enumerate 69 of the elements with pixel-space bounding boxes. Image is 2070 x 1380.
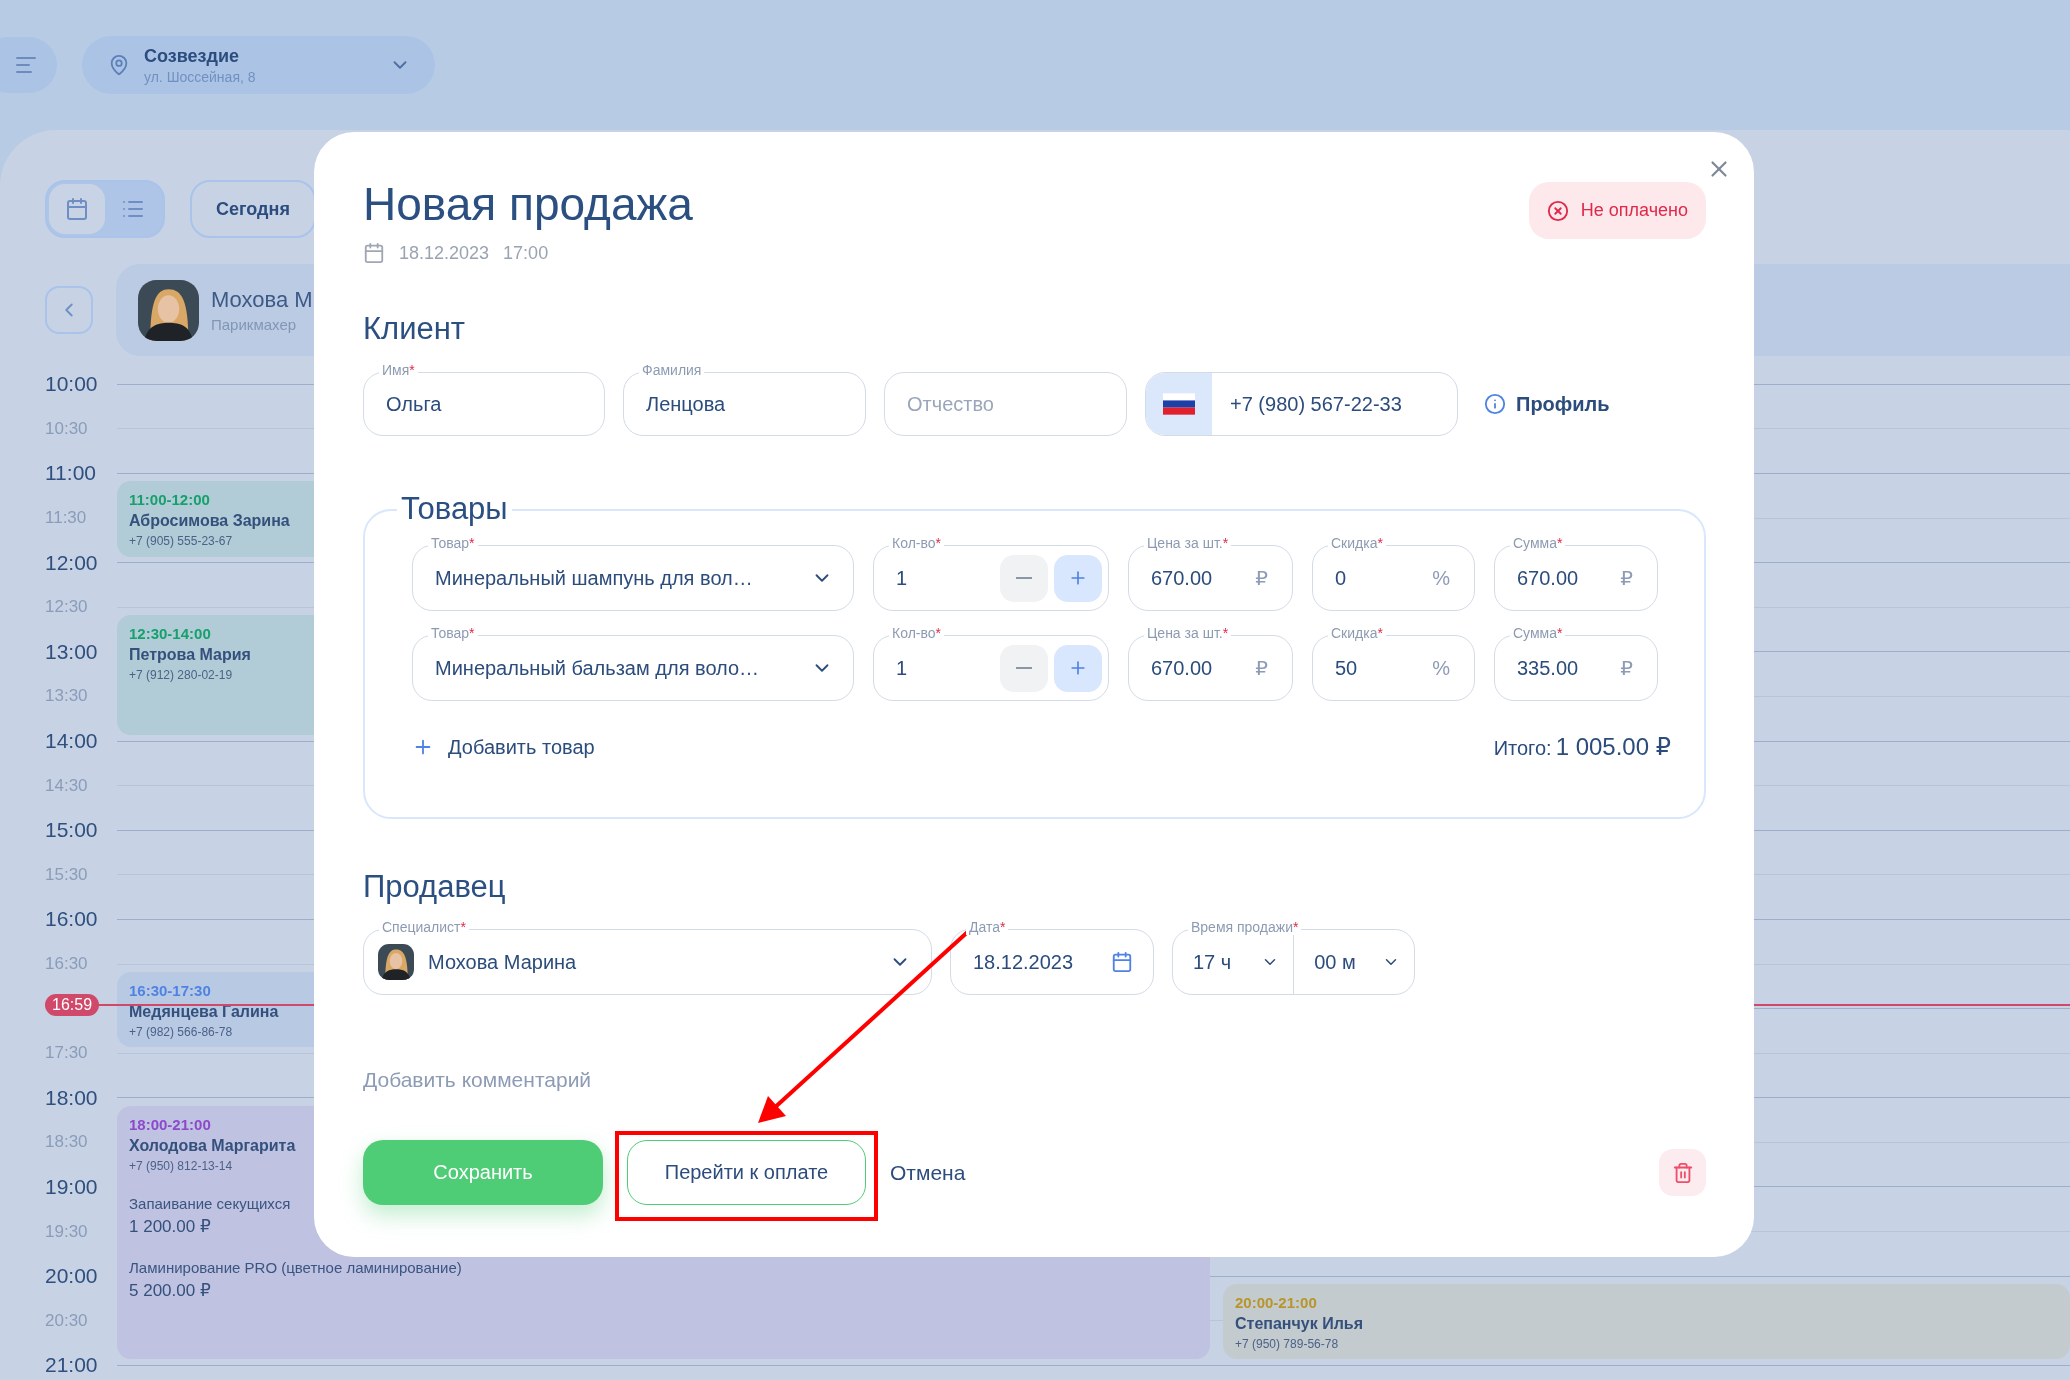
time-label: 19:30 bbox=[45, 1221, 88, 1242]
service-name: Ламинирование PRO (цветное ламинирование) bbox=[129, 1258, 462, 1276]
client-phone: +7 (950) 812-13-14 bbox=[129, 1158, 233, 1173]
client-phone: +7 (905) 555-23-67 bbox=[129, 534, 233, 549]
total-value: 1 005.00 ₽ bbox=[1555, 733, 1671, 761]
client-phone: +7 (982) 566-86-78 bbox=[129, 1025, 233, 1040]
time-label: 18:30 bbox=[45, 1132, 88, 1153]
total-label: Итого: bbox=[1493, 737, 1552, 760]
section-heading: Продавец bbox=[363, 868, 506, 906]
specialist-name: Мохова М bbox=[211, 287, 313, 313]
field-label: Время продажи* bbox=[1188, 919, 1302, 935]
time-label: 12:00 bbox=[45, 550, 98, 575]
sale-date: 18.12.2023 bbox=[399, 242, 490, 264]
appointment-time: 12:30-14:00 bbox=[129, 625, 211, 643]
appointment-time: 18:00-21:00 bbox=[129, 1115, 211, 1133]
field-label: Сумма* bbox=[1510, 625, 1566, 641]
field-label: Цена за шт.* bbox=[1144, 625, 1232, 641]
time-label: 14:30 bbox=[45, 775, 88, 796]
time-label: 14:00 bbox=[45, 729, 98, 754]
client-name: Петрова Мария bbox=[129, 646, 251, 665]
client-name: Медянцева Галина bbox=[129, 1003, 279, 1022]
field-label: Кол-во* bbox=[889, 535, 944, 551]
field-label: Фамилия bbox=[639, 362, 705, 378]
time-label: 11:30 bbox=[45, 508, 87, 529]
field-label: Дата* bbox=[966, 919, 1009, 935]
status-label: Не оплачено bbox=[1580, 200, 1688, 221]
time-label: 20:00 bbox=[45, 1264, 98, 1289]
field-label: Имя* bbox=[379, 362, 418, 378]
appointment-time: 11:00-12:00 bbox=[129, 491, 210, 509]
service-price: 5 200.00 ₽ bbox=[129, 1279, 211, 1301]
time-label: 15:00 bbox=[45, 818, 98, 843]
time-label: 11:00 bbox=[45, 461, 96, 486]
time-label: 13:00 bbox=[45, 639, 98, 664]
time-label: 15:30 bbox=[45, 864, 88, 885]
field-label: Сумма* bbox=[1510, 535, 1566, 551]
location-name: Созвездие bbox=[144, 45, 239, 67]
field-label: Цена за шт.* bbox=[1144, 535, 1232, 551]
time-label: 19:00 bbox=[45, 1175, 98, 1199]
field-label: Скидка* bbox=[1328, 625, 1386, 641]
section-heading: Клиент bbox=[363, 310, 466, 348]
location-address: ул. Шоссейная, 8 bbox=[144, 68, 256, 85]
time-label: 16:00 bbox=[45, 907, 98, 932]
field-label: Скидка* bbox=[1328, 535, 1386, 551]
time-label: 20:30 bbox=[45, 1310, 88, 1331]
sale-time: 17:00 bbox=[503, 242, 549, 264]
current-time-badge: 16:59 bbox=[45, 994, 100, 1017]
client-phone: +7 (950) 789-56-78 bbox=[1235, 1337, 1339, 1352]
appointment-time: 20:00-21:00 bbox=[1235, 1294, 1317, 1312]
client-name: Абросимова Зарина bbox=[129, 512, 290, 531]
time-label: 17:30 bbox=[45, 1043, 88, 1064]
appointment-time: 16:30-17:30 bbox=[129, 982, 211, 1000]
client-name: Степанчук Илья bbox=[1235, 1315, 1363, 1334]
client-name: Холодова Маргарита bbox=[129, 1136, 296, 1155]
service-price: 1 200.00 ₽ bbox=[129, 1215, 211, 1237]
time-label: 12:30 bbox=[45, 597, 88, 618]
time-label: 18:00 bbox=[45, 1085, 98, 1110]
client-phone: +7 (912) 280-02-19 bbox=[129, 668, 233, 683]
field-label: Товар* bbox=[428, 535, 478, 551]
time-label: 10:00 bbox=[45, 372, 98, 397]
specialist-role: Парикмахер bbox=[211, 316, 297, 333]
time-label: 13:30 bbox=[45, 686, 88, 707]
time-label: 16:30 bbox=[45, 954, 88, 974]
field-label: Кол-во* bbox=[889, 625, 944, 641]
dialog-title: Новая продажа bbox=[363, 178, 693, 230]
field-label: Специалист* bbox=[379, 919, 469, 935]
time-label: 10:30 bbox=[45, 418, 88, 439]
time-label: 21:00 bbox=[45, 1353, 98, 1378]
service-name: Запаивание секущихся bbox=[129, 1194, 291, 1212]
field-label: Товар* bbox=[428, 625, 478, 641]
